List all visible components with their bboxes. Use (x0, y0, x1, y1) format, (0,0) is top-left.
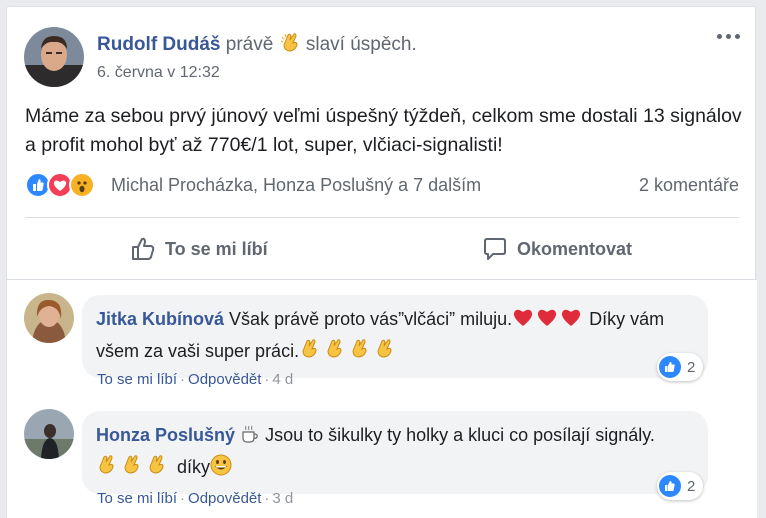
comment-text-continued: díky (177, 457, 211, 477)
grinning-face-icon (210, 454, 232, 484)
comment-button[interactable]: Okomentovat (481, 233, 632, 265)
post-timestamp[interactable]: 6. června v 12:32 (97, 64, 220, 82)
comment-reply-link[interactable]: Odpovědět (188, 371, 261, 388)
like-button[interactable]: To se mi líbí (129, 233, 268, 265)
comment-reply-link[interactable]: Odpovědět (188, 490, 261, 507)
more-options-icon[interactable] (715, 27, 743, 45)
like-button-label: To se mi líbí (165, 238, 268, 259)
activity-text: slaví úspěch. (305, 34, 417, 55)
clapping-hands-icon (96, 452, 172, 484)
comment-author[interactable]: Honza Poslušný (96, 425, 235, 445)
commenter-avatar[interactable] (24, 409, 74, 459)
wow-reaction-icon (69, 172, 95, 198)
post-text: Máme za sebou prvý júnový veľmi úspešný … (25, 105, 742, 156)
activity-prefix: právě (225, 34, 274, 55)
comment-age[interactable]: 3 d (272, 490, 293, 507)
comment-author[interactable]: Jitka Kubínová (96, 309, 224, 329)
comment-reaction-badge[interactable]: 2 (657, 472, 704, 500)
comment-bubble: Jitka Kubínová Však právě proto vás”vlčá… (82, 295, 708, 378)
comment-like-link[interactable]: To se mi líbí (97, 490, 177, 507)
comment-actions: To se mi líbí · Odpovědět · 3 d (97, 490, 294, 507)
speech-bubble-icon (484, 238, 506, 260)
comment-count[interactable]: 2 komentáře (639, 175, 739, 196)
reactors-list[interactable]: Michal Procházka, Honza Poslušný a 7 dal… (111, 175, 481, 196)
like-reaction-icon (659, 475, 681, 497)
comment-like-link[interactable]: To se mi líbí (97, 371, 177, 388)
author-avatar[interactable] (24, 27, 84, 87)
post-header: Rudolf Dudáš právě slaví úspěch. (97, 31, 417, 59)
comment-text: Jsou to šikulky ty holky a kluci co posí… (265, 425, 655, 445)
reaction-count: 2 (687, 358, 696, 376)
clapping-hands-icon (279, 31, 301, 59)
comment-button-label: Okomentovat (517, 238, 633, 259)
coffee-icon (240, 424, 260, 452)
comment-actions: To se mi líbí · Odpovědět · 4 d (97, 371, 294, 388)
thumbs-up-icon (132, 237, 155, 260)
comment-reaction-badge[interactable]: 2 (657, 353, 704, 381)
comment-age[interactable]: 4 d (272, 371, 293, 388)
reaction-count: 2 (687, 477, 696, 495)
clapping-hands-icon (299, 336, 401, 368)
like-reaction-icon (659, 356, 681, 378)
comment-text: Však právě proto vás”vlčáci” miluju. (229, 309, 513, 329)
comment-bubble: Honza Poslušný Jsou to šikulky ty holky … (82, 411, 708, 494)
commenter-avatar[interactable] (24, 293, 74, 343)
post-card: Rudolf Dudáš právě slaví úspěch. 6. červ… (6, 6, 757, 518)
divider (25, 217, 739, 218)
author-name[interactable]: Rudolf Dudáš (97, 34, 221, 55)
heart-icon (512, 306, 584, 336)
